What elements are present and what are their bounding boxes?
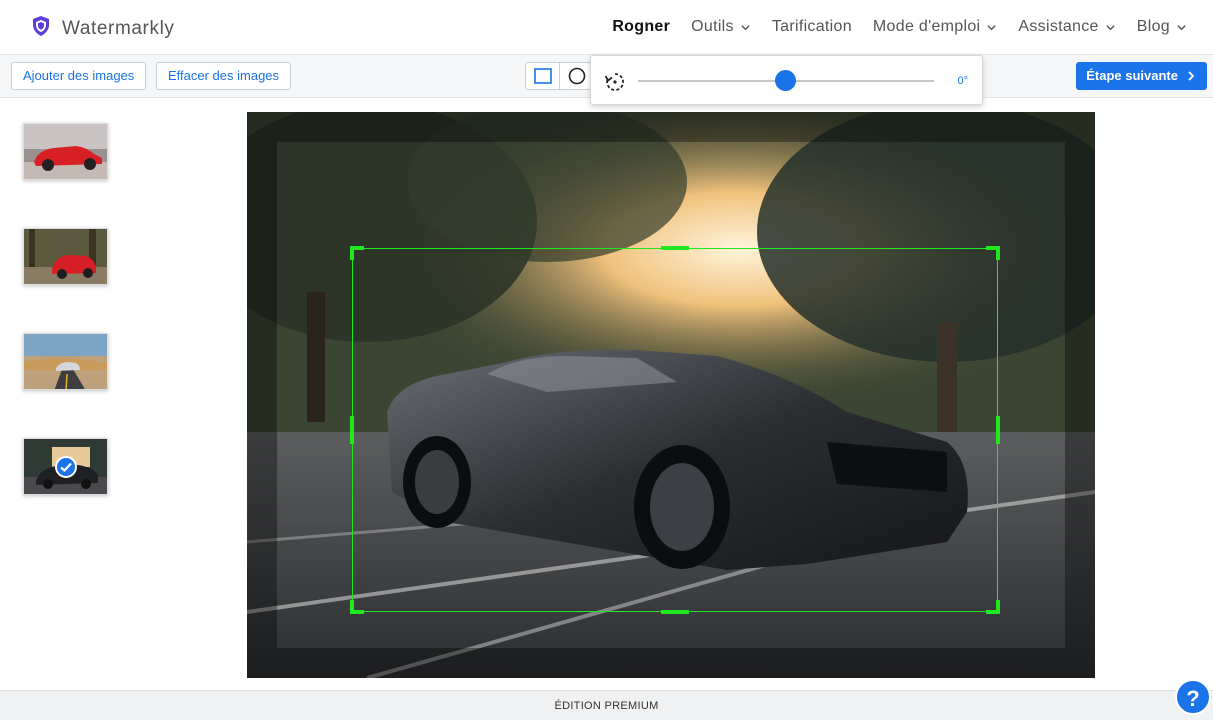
brand[interactable]: Watermarkly	[31, 15, 175, 42]
crop-handle-bottom[interactable]	[661, 610, 689, 614]
nav-item-outils[interactable]: Outils	[691, 18, 751, 36]
crop-handle-top-right-vertical[interactable]	[996, 246, 1000, 260]
chevron-down-icon	[1177, 24, 1186, 30]
main-menu: Rogner Outils Tarification Mode d'emploi…	[591, 18, 1187, 36]
top-navigation: Watermarkly Rogner Outils Tarification M…	[0, 0, 1213, 55]
next-step-button[interactable]: Étape suivante	[1076, 62, 1207, 90]
chevron-down-icon	[741, 24, 750, 30]
rotation-panel: 0°	[590, 55, 983, 105]
nav-item-assistance[interactable]: Assistance	[1018, 18, 1115, 36]
clear-images-button[interactable]: Effacer des images	[156, 62, 292, 90]
nav-item-label: Outils	[691, 18, 734, 35]
rectangle-shape-icon	[533, 68, 552, 84]
add-images-button[interactable]: Ajouter des images	[11, 62, 147, 90]
brand-name: Watermarkly	[62, 17, 175, 39]
nav-item-tarification[interactable]: Tarification	[772, 18, 852, 36]
rotation-slider-handle[interactable]	[775, 70, 796, 91]
nav-item-label: Assistance	[1018, 18, 1099, 35]
image-thumbnail-list	[0, 98, 140, 690]
chevron-down-icon	[987, 24, 997, 30]
nav-item-rogner[interactable]: Rogner	[612, 18, 670, 36]
crop-handle-left[interactable]	[350, 416, 354, 444]
edition-footer: ÉDITION PREMIUM	[0, 690, 1213, 720]
chevron-down-icon	[1106, 24, 1115, 30]
rotation-value: 0°	[957, 75, 968, 87]
image-canvas[interactable]	[247, 112, 1095, 678]
crop-handle-right[interactable]	[996, 416, 1000, 444]
crop-handle-top-left-vertical[interactable]	[350, 246, 354, 260]
thumbnail-black-mustang[interactable]	[23, 438, 108, 495]
shield-logo-icon	[31, 15, 51, 42]
crop-handle-bottom-left-vertical[interactable]	[350, 600, 354, 614]
rectangle-shape-button[interactable]	[526, 63, 560, 89]
nav-item-label: Rogner	[612, 18, 671, 35]
crop-shape-selector	[525, 62, 595, 90]
next-step-label: Étape suivante	[1086, 68, 1178, 83]
circle-shape-icon	[568, 67, 585, 85]
nav-item-label: Blog	[1136, 18, 1170, 35]
thumbnail-red-hatchback-forest[interactable]	[23, 228, 108, 285]
chevron-right-icon	[1188, 71, 1195, 81]
circle-shape-button[interactable]	[560, 63, 594, 89]
help-button[interactable]: ?	[1175, 679, 1211, 715]
rotate-icon[interactable]	[604, 71, 626, 98]
nav-item-blog[interactable]: Blog	[1137, 18, 1187, 36]
thumbnail-car-on-road[interactable]	[23, 333, 108, 390]
nav-item-mode-emploi[interactable]: Mode d'emploi	[873, 18, 997, 36]
nav-item-label: Tarification	[771, 18, 852, 35]
selected-check-icon	[55, 456, 77, 478]
thumbnail-red-classic-car[interactable]	[23, 123, 108, 180]
crop-handle-top[interactable]	[661, 246, 689, 250]
crop-handle-bottom-right-vertical[interactable]	[996, 600, 1000, 614]
nav-item-label: Mode d'emploi	[872, 18, 981, 35]
crop-selection-box[interactable]	[352, 248, 998, 612]
